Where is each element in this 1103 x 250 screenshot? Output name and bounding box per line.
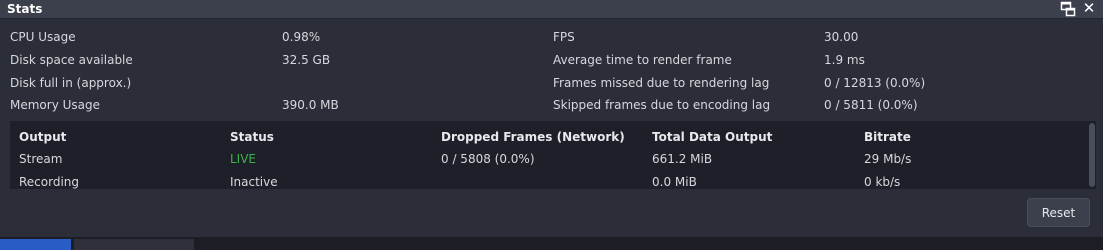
- disk-space-value: 32.5 GB: [282, 53, 331, 67]
- disk-space-label: Disk space available: [10, 53, 133, 67]
- dock-title-bar[interactable]: Stats ✕: [0, 0, 1103, 19]
- column-header-bitrate: Bitrate: [864, 130, 911, 144]
- avg-render-time-value: 1.9 ms: [824, 53, 865, 67]
- table-row-stream-output: Stream: [19, 152, 63, 166]
- column-header-dropped-frames: Dropped Frames (Network): [441, 130, 625, 144]
- skipped-frames-label: Skipped frames due to encoding lag: [553, 98, 771, 112]
- frames-missed-label: Frames missed due to rendering lag: [553, 76, 770, 90]
- table-row-stream-dropped-frames: 0 / 5808 (0.0%): [441, 152, 535, 166]
- table-scrollbar[interactable]: [1087, 121, 1096, 189]
- disk-full-label: Disk full in (approx.): [10, 76, 132, 90]
- table-row-recording-status: Inactive: [230, 175, 278, 189]
- table-row-recording-total-data: 0.0 MiB: [652, 175, 697, 189]
- reset-button[interactable]: Reset: [1027, 198, 1090, 227]
- column-header-status: Status: [230, 130, 274, 144]
- skipped-frames-value: 0 / 5811 (0.0%): [824, 98, 918, 112]
- stats-dock: Stats ✕ CPU Usage 0.98% Disk space avail…: [0, 0, 1103, 250]
- table-row-stream-status: LIVE: [230, 152, 257, 166]
- table-row-stream-total-data: 661.2 MiB: [652, 152, 713, 166]
- close-icon[interactable]: ✕: [1081, 0, 1097, 17]
- table-row-stream-bitrate: 29 Mb/s: [864, 152, 912, 166]
- bottom-dock-tabs: [0, 237, 1103, 250]
- float-window-icon[interactable]: [1060, 1, 1076, 17]
- avg-render-time-label: Average time to render frame: [553, 53, 732, 67]
- frames-missed-value: 0 / 12813 (0.0%): [824, 76, 926, 90]
- table-scrollbar-thumb[interactable]: [1089, 123, 1095, 187]
- fps-label: FPS: [553, 30, 575, 44]
- cpu-usage-value: 0.98%: [282, 30, 321, 44]
- column-header-output: Output: [19, 130, 67, 144]
- memory-usage-label: Memory Usage: [10, 98, 101, 112]
- memory-usage-value: 390.0 MB: [282, 98, 339, 112]
- cpu-usage-label: CPU Usage: [10, 30, 76, 44]
- table-row-recording-bitrate: 0 kb/s: [864, 175, 901, 189]
- dock-tab-active[interactable]: [0, 239, 71, 250]
- outputs-table: Output Status Dropped Frames (Network) T…: [10, 121, 1096, 189]
- fps-value: 30.00: [824, 30, 859, 44]
- dock-tab[interactable]: [74, 239, 194, 250]
- dock-title: Stats: [7, 2, 43, 16]
- column-header-total-data: Total Data Output: [652, 130, 773, 144]
- table-row-recording-output: Recording: [19, 175, 80, 189]
